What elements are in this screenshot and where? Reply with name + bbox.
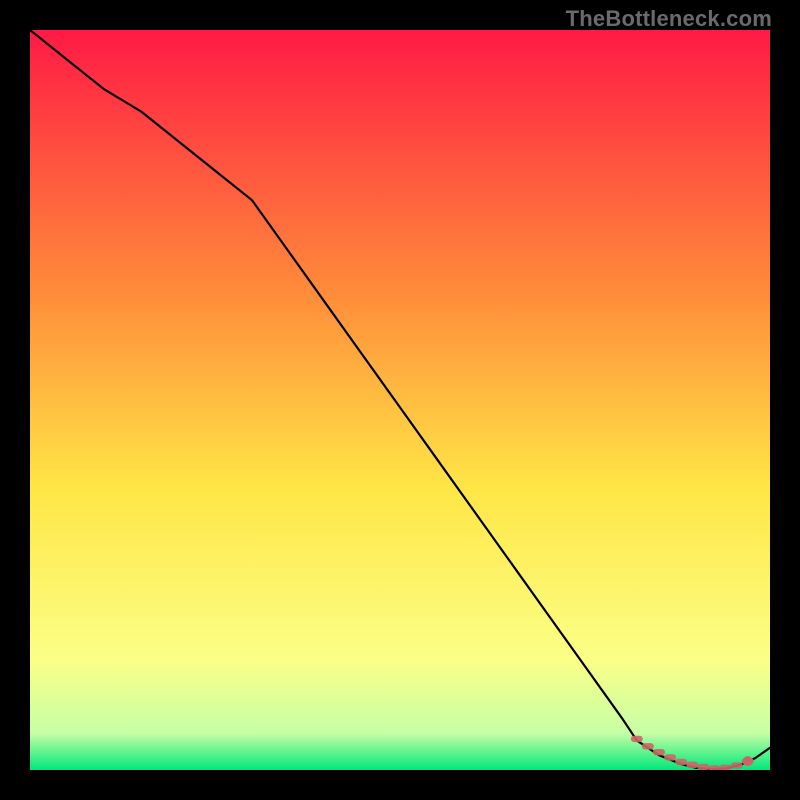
- cluster-point: [642, 743, 654, 749]
- cluster-point: [720, 765, 732, 770]
- chart-frame: TheBottleneck.com: [0, 0, 800, 800]
- gradient-background: [30, 30, 770, 770]
- cluster-point: [675, 759, 687, 765]
- cluster-point: [697, 764, 709, 770]
- watermark-text: TheBottleneck.com: [566, 6, 772, 32]
- cluster-point: [731, 762, 743, 768]
- cluster-end-dot: [743, 756, 753, 766]
- plot-area: [30, 30, 770, 770]
- cluster-point: [709, 765, 721, 770]
- cluster-point: [686, 762, 698, 768]
- cluster-point: [631, 736, 643, 742]
- cluster-point: [653, 749, 665, 755]
- bottleneck-chart: [30, 30, 770, 770]
- cluster-point: [664, 754, 676, 760]
